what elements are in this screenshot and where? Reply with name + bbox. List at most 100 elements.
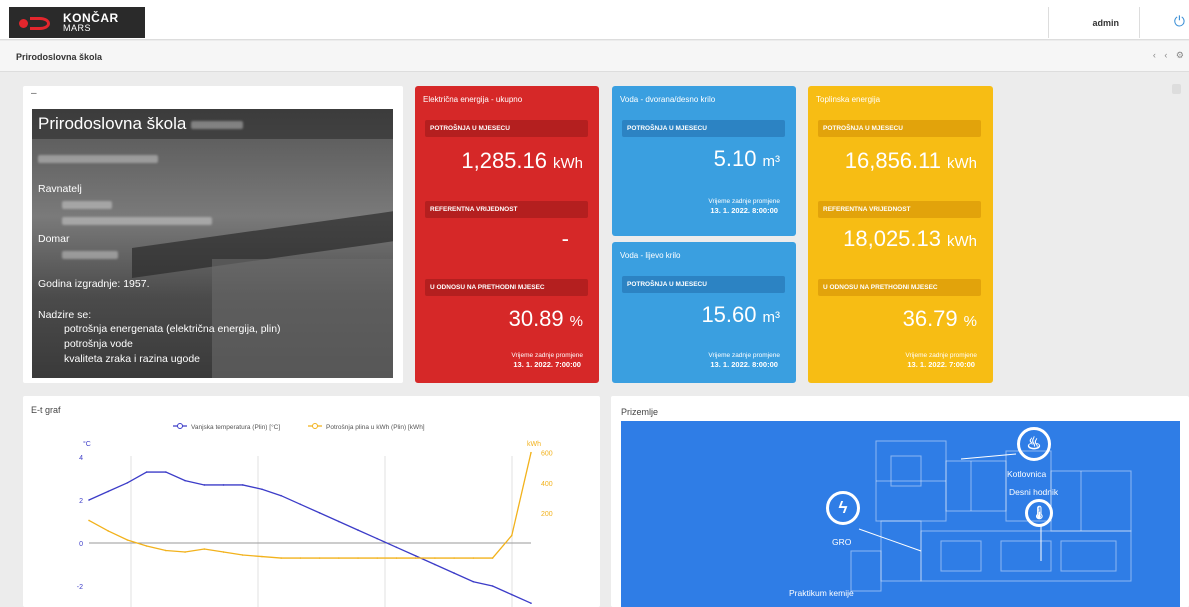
tile-title: Voda - lijevo krilo [620, 251, 681, 260]
data-point [203, 548, 206, 550]
school-photo: Prirodoslovna škola Ravnatelj Domar Godi… [32, 109, 393, 378]
floor-plan[interactable]: ♨ Kotlovnica Desni hodnik 🌡 ϟ GRO Prakti… [621, 421, 1180, 607]
data-point [145, 545, 148, 547]
data-point [434, 557, 436, 559]
y-tick-left: 2 [79, 498, 83, 505]
data-point [241, 554, 244, 556]
tile-title: Voda - dvorana/desno krilo [620, 95, 716, 104]
y-tick-left: 4 [79, 455, 83, 462]
consumption-label: POTROŠNJA U MJESECU [622, 120, 785, 137]
data-point [222, 484, 225, 486]
flame-icon[interactable]: ♨ [1017, 427, 1051, 461]
user-menu[interactable]: admin [1048, 7, 1140, 38]
data-point [88, 499, 90, 501]
data-point [414, 557, 417, 559]
legend-marker [177, 423, 183, 429]
plan-label-boiler: Kotlovnica [1007, 469, 1047, 479]
legend-label: Vanjska temperatura (Plin) [°C] [191, 423, 280, 431]
data-point [510, 534, 513, 537]
user-name: admin [1092, 17, 1119, 28]
data-point [261, 488, 263, 491]
address-line [38, 153, 158, 165]
monitor-item: potrošnja energenata (električna energij… [64, 323, 281, 335]
thermometer-icon[interactable]: 🌡 [1025, 499, 1053, 527]
reference-value: 18,025.13 kWh [843, 226, 977, 251]
power-icon[interactable]: ⏻ [1174, 13, 1185, 30]
water-right-tile[interactable]: Voda - dvorana/desno krilo POTROŠNJA U M… [612, 86, 796, 236]
et-chart[interactable]: °C4 2 0 -2 kWh600 400 200 Vanjska temperatura (… [23, 396, 600, 607]
data-point [184, 479, 186, 482]
data-point [222, 551, 225, 553]
data-point [395, 546, 398, 549]
data-point [472, 557, 475, 559]
changed-time: Vrijeme zadnje promjene 13. 1. 2022. 8:00… [708, 352, 780, 370]
data-point [88, 519, 90, 522]
y-tick-left: 0 [79, 541, 83, 548]
data-point [261, 555, 263, 558]
water-left-tile[interactable]: Voda - lijevo krilo POTROŠNJA U MJESECU … [612, 242, 796, 383]
data-point [126, 482, 129, 484]
y-tick-left: -2 [77, 584, 83, 591]
data-point [107, 490, 110, 493]
ratio-label: U ODNOSU NA PRETHODNI MJESEC [818, 279, 981, 296]
data-point [376, 557, 379, 559]
breadcrumb-bar: Prirodoslovna škola ‹ ‹ ⚙ [0, 41, 1189, 72]
plan-label-lab: Praktikum kemije [789, 588, 854, 598]
data-point [530, 451, 532, 454]
data-point [472, 580, 475, 583]
reference-label: REFERENTNA VRIJEDNOST [425, 201, 588, 218]
data-point [165, 549, 167, 552]
monitor-item: potrošnja vode [64, 338, 133, 350]
data-point [280, 557, 282, 559]
floor-plan-panel: Prizemlje ♨ Kotlovnica Desni hodnik 🌡 ϟ … [611, 396, 1189, 607]
electricity-tile[interactable]: Električna energija - ukupno POTROŠNJA U… [415, 86, 599, 383]
build-year: Godina izgradnje: 1957. [38, 278, 150, 290]
school-name: Prirodoslovna škola [38, 114, 244, 134]
panel-handle-icon[interactable] [1172, 84, 1181, 94]
consumption-value: 5.10 m³ [713, 146, 780, 171]
data-point [299, 557, 302, 559]
data-point [299, 503, 302, 506]
data-point [338, 520, 340, 523]
consumption-label: POTROŠNJA U MJESECU [818, 120, 981, 137]
data-point [491, 557, 494, 559]
consumption-value: 1,285.16 kWh [461, 148, 583, 173]
brand-sub: MARS [63, 23, 92, 33]
changed-time: Vrijeme zadnje promjene 13. 1. 2022. 7:00… [511, 352, 583, 370]
school-info-panel: – Prirodoslovna škola Ravnatelj Domar Go… [23, 86, 403, 383]
data-point [414, 555, 417, 557]
data-point [184, 551, 186, 553]
heating-tile[interactable]: Toplinska energija POTROŠNJA U MJESECU 1… [808, 86, 993, 383]
data-point [145, 471, 148, 473]
data-point [395, 557, 398, 559]
tile-title: Električna energija - ukupno [423, 95, 523, 104]
panel-dash: – [31, 88, 37, 99]
caretaker-label: Domar [38, 233, 70, 245]
y-tick-right: 400 [541, 481, 553, 488]
data-point [357, 557, 359, 559]
y-tick-right: 600 [541, 451, 553, 458]
plan-label-hall: Desni hodnik [1009, 487, 1059, 497]
brand-logo[interactable]: KONČAR MARS [9, 7, 145, 38]
changed-time: Vrijeme zadnje promjene 13. 1. 2022. 8:00… [708, 198, 780, 216]
data-point [338, 557, 340, 559]
series-line [88, 471, 532, 604]
consumption-value: 15.60 m³ [701, 302, 780, 327]
data-point [280, 494, 282, 497]
monitor-item: kvaliteta zraka i razina ugode [64, 353, 200, 365]
breadcrumb-tools[interactable]: ‹ ‹ ⚙ [1153, 50, 1187, 61]
y-axis-left-label: °C [83, 440, 91, 448]
data-point [318, 512, 321, 514]
y-tick-right: 200 [541, 511, 553, 518]
consumption-value: 16,856.11 kWh [844, 148, 977, 173]
lightning-icon[interactable]: ϟ [826, 491, 860, 525]
y-axis-right-label: kWh [527, 441, 541, 448]
data-point [357, 529, 359, 531]
changed-time: Vrijeme zadnje promjene 13. 1. 2022. 7:00… [905, 352, 977, 370]
data-point [203, 484, 206, 486]
principal-label: Ravnatelj [38, 183, 82, 195]
data-point [434, 563, 436, 566]
consumption-label: POTROŠNJA U MJESECU [425, 120, 588, 137]
reference-label: REFERENTNA VRIJEDNOST [818, 201, 981, 218]
top-bar: KONČAR MARS admin ⏻ [0, 0, 1189, 40]
